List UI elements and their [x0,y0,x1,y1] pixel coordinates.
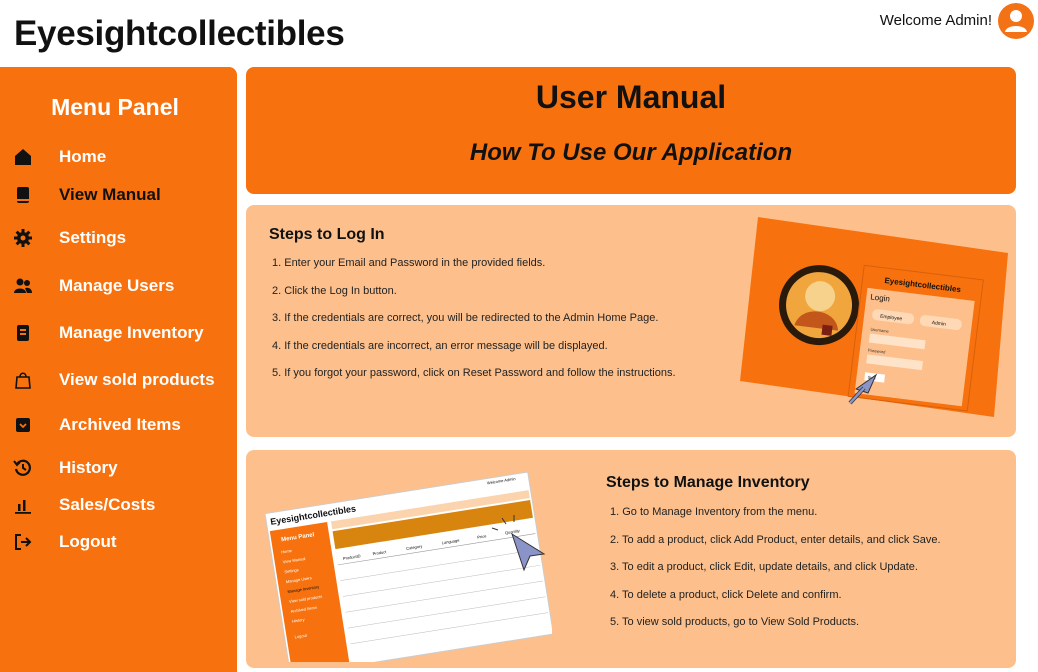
sidebar-item-settings[interactable]: Settings [0,223,237,253]
list-item: 5. If you forgot your password, click on… [272,367,676,380]
sidebar-item-view-sold-products[interactable]: View sold products [0,365,237,395]
users-icon [14,278,32,293]
login-steps-card: Steps to Log In 1. Enter your Email and … [246,205,1016,437]
list-item: 3. If the credentials are correct, you w… [272,312,659,325]
inventory-icon [17,325,29,341]
logout-icon [15,534,32,550]
login-preview-image: Eyesightcollectibles Login Employee Admi… [740,217,1010,417]
sidebar-item-label: Settings [59,228,127,247]
sidebar-item-label: View Manual [59,185,161,204]
list-item: 2. To add a product, click Add Product, … [610,533,941,546]
sidebar-item-label: Sales/Costs [59,495,156,514]
sidebar-item-manage-inventory[interactable]: Manage Inventory [0,318,237,348]
sidebar-item-label: Logout [59,532,117,551]
sidebar-item-sales-costs[interactable]: Sales/Costs [0,490,237,520]
user-icon [1005,10,1027,32]
sidebar-item-label: Manage Users [59,276,175,295]
sidebar-item-label: View sold products [59,370,215,389]
sidebar-item-manage-users[interactable]: Manage Users [0,271,237,301]
home-icon [15,149,31,165]
sidebar-item-logout[interactable]: Logout [0,527,237,557]
inventory-steps-list: 1. Go to Manage Inventory from the menu.… [610,506,941,644]
list-item: 3. To edit a product, click Edit, update… [610,561,918,574]
list-item: 4. To delete a product, click Delete and… [610,588,842,601]
history-icon [13,459,31,476]
inventory-preview-image: Eyesightcollectibles Welcome Admin Menu … [262,458,554,672]
sidebar-item-label: Home [59,147,107,166]
sidebar-item-view-manual[interactable]: View Manual [0,180,237,210]
page-subtitle: How To Use Our Application [469,139,793,166]
login-steps-title: Steps to Log In [269,226,385,243]
book-icon [17,187,29,203]
welcome-text: Welcome Admin! [879,12,992,29]
inventory-steps-card: Steps to Manage Inventory 1. Go to Manag… [246,450,1016,672]
manual-header: User Manual How To Use Our Application [246,67,1016,194]
bar-chart-icon [15,500,31,514]
list-item: 1. Go to Manage Inventory from the menu. [610,506,818,518]
shopping-bag-icon [15,372,31,389]
sidebar-title: Menu Panel [51,94,179,120]
sidebar-item-history[interactable]: History [0,453,237,483]
login-steps-list: 1. Enter your Email and Password in the … [272,257,676,395]
list-item: 4. If the credentials are incorrect, an … [272,339,608,352]
page-title: User Manual [535,79,727,115]
list-item: 2. Click the Log In button. [272,284,397,297]
gear-icon [14,229,32,247]
app-brand: Eyesightcollectibles [14,14,345,53]
sidebar-item-archived-items[interactable]: Archived Items [0,410,237,440]
list-item: 5. To view sold products, go to View Sol… [610,616,860,629]
sidebar-item-label: History [59,458,118,477]
inventory-steps-title: Steps to Manage Inventory [606,474,810,491]
sidebar-item-label: Archived Items [59,415,181,434]
sidebar-item-label: Manage Inventory [59,323,204,342]
avatar[interactable] [998,3,1034,39]
sidebar-item-home[interactable]: Home [0,142,237,172]
list-item: 1. Enter your Email and Password in the … [272,257,546,269]
sidebar: Menu Panel Home View Manual Settings Man… [0,67,237,672]
archive-icon [16,418,30,432]
